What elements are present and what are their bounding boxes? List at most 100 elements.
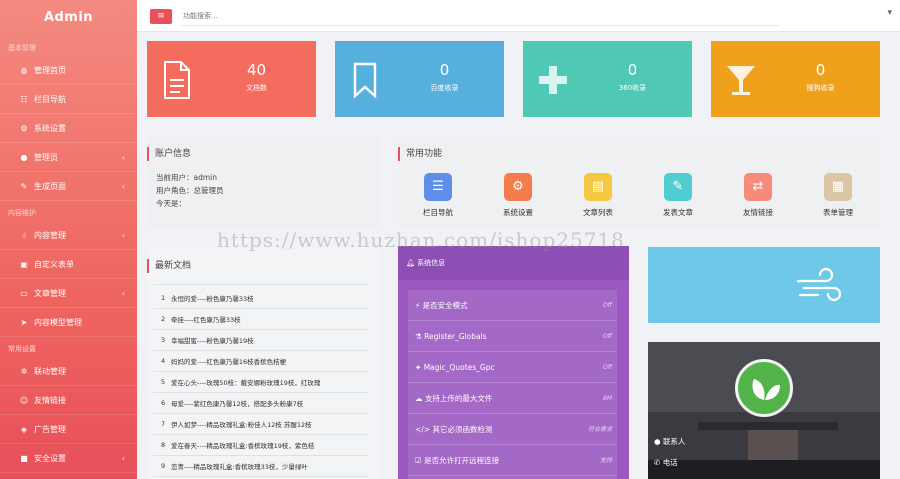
sidebar-item[interactable]: ● 管理员 ‹ xyxy=(0,143,137,172)
system-info-row: ⚡ 是否安全模式 Off xyxy=(408,290,617,321)
brand-logo[interactable]: Admin xyxy=(0,0,137,36)
list-item-index: 8 xyxy=(161,441,166,449)
list-item[interactable]: 1 永恒的爱----粉色康乃馨33枝 xyxy=(153,288,368,309)
list-item[interactable]: 7 伊人如梦----精品玫瑰礼盒:粉佳人12枝 苏醒12枝 xyxy=(153,414,368,435)
system-info-value: Off xyxy=(602,302,612,309)
list-item-title[interactable]: 爱在春天----精品玫瑰礼盒:香槟玫瑰19枝，紫色桔 xyxy=(171,440,314,450)
system-info-row: </> 其它必须函数检测 符合要求 xyxy=(408,414,617,445)
user-icon: ● xyxy=(20,152,28,162)
system-info-value: 符合要求 xyxy=(587,426,612,433)
list-item-index: 7 xyxy=(161,420,166,428)
admin-dashboard: Admin 基本管理 ◍ 管理首页 ☷ 栏目导航 ⚙ 系统设置 ● 管理员 ‹ ✎ 生成页面 ‹ 内容维护… xyxy=(0,0,900,479)
form-icon: ▣ xyxy=(20,259,28,269)
user-icon: ● xyxy=(654,437,661,446)
system-info-value: Off xyxy=(602,333,612,340)
list-item[interactable]: 2 牵挂----红色康乃馨33枝 xyxy=(153,309,368,330)
check-icon: ☑ xyxy=(415,456,422,465)
menu-toggle-button[interactable]: ≡ xyxy=(150,9,172,24)
sidebar: Admin 基本管理 ◍ 管理首页 ☷ 栏目导航 ⚙ 系统设置 ● 管理员 ‹ ✎ 生成页面 ‹ 内容维护… xyxy=(0,0,137,479)
quick-action-label: 栏目导航 xyxy=(423,208,453,217)
sidebar-item[interactable]: ☷ 栏目导航 xyxy=(0,85,137,114)
list-item-index: 1 xyxy=(161,294,166,302)
stat-tile[interactable]: 0 搜狗收录 xyxy=(711,41,880,117)
quick-action[interactable]: ✎ 发表文章 xyxy=(648,173,708,218)
stat-tile[interactable]: 0 百度收录 xyxy=(335,41,504,117)
stat-tile[interactable]: 0 360收录 xyxy=(523,41,692,117)
list-item-title[interactable]: 伊人如梦----精品玫瑰礼盒:粉佳人12枝 苏醒12枝 xyxy=(171,419,312,429)
list-item-title[interactable]: 永恒的爱----粉色康乃馨33枝 xyxy=(171,293,254,303)
stat-value: 0 xyxy=(627,61,638,79)
quick-action[interactable]: ▤ 文章列表 xyxy=(568,173,628,218)
quick-action[interactable]: ⇄ 友情链接 xyxy=(728,173,788,218)
quick-action[interactable]: ⚙ 系统设置 xyxy=(488,173,548,218)
list-item-title[interactable]: 爱在心头----玫瑰50枝：戴安娜粉玫瑰19枝，红玫瑰 xyxy=(171,377,320,387)
list-item-title[interactable]: 恋青----精品玫瑰礼盒:香槟玫瑰33枝，少量绿叶 xyxy=(171,461,308,471)
system-info-row: ✦ Magic_Quotes_Gpc Off xyxy=(408,352,617,383)
lock-icon: ■ xyxy=(20,453,28,463)
account-today: 今天是： xyxy=(156,199,186,208)
quick-action[interactable]: ☰ 栏目导航 xyxy=(408,173,468,218)
list-item-index: 6 xyxy=(161,399,166,407)
document-icon xyxy=(164,61,190,99)
sidebar-item[interactable]: ☝ 内容管理 ‹ xyxy=(0,221,137,250)
list-item[interactable]: 5 爱在心头----玫瑰50枝：戴安娜粉玫瑰19枝，红玫瑰 xyxy=(153,372,368,393)
sidebar-item[interactable]: ☺ 友情链接 xyxy=(0,386,137,415)
sidebar-item-label: 管理首页 xyxy=(34,65,66,75)
cloud-icon: ☁ xyxy=(415,394,423,403)
system-info-title: 系统信息 xyxy=(417,259,446,267)
sidebar-item[interactable]: ▭ 文章管理 ‹ xyxy=(0,279,137,308)
list-item[interactable]: 6 母爱----紫红色康乃馨12枝，搭配多头粉康7枝 xyxy=(153,393,368,414)
hand-icon: ☝ xyxy=(21,230,27,240)
bookmark-icon xyxy=(353,62,377,99)
stat-tile[interactable]: 40 文档数 xyxy=(147,41,316,117)
list-item-index: 9 xyxy=(161,462,166,470)
list-icon: ☷ xyxy=(20,94,28,104)
system-info-label: 是否允许打开远程连接 xyxy=(424,456,500,465)
brush-icon: ✎ xyxy=(664,173,692,201)
sidebar-item[interactable]: ✎ 生成页面 ‹ xyxy=(0,172,137,201)
magic-icon: ✦ xyxy=(415,363,422,372)
latest-docs-panel: 最新文档 1 永恒的爱----粉色康乃馨33枝 2 牵挂----红色康乃馨33枝 3 幸福… xyxy=(147,247,379,479)
file-icon: ▤ xyxy=(584,173,612,201)
sidebar-item[interactable]: ◈ 广告管理 xyxy=(0,415,137,444)
list-item[interactable]: 9 恋青----精品玫瑰礼盒:香槟玫瑰33枝，少量绿叶 xyxy=(153,456,368,477)
sidebar-item[interactable]: ■ 安全设置 ‹ xyxy=(0,444,137,473)
sidebar-item-label: 系统设置 xyxy=(34,123,66,133)
sidebar-item[interactable]: ✲ 联动管理 xyxy=(0,357,137,386)
sidebar-item[interactable]: ▣ 自定义表单 xyxy=(0,250,137,279)
sidebar-item-label: 内容管理 xyxy=(34,230,66,240)
contact-phone: ✆ 电话 xyxy=(654,458,678,467)
list-item[interactable]: 8 爱在春天----精品玫瑰礼盒:香槟玫瑰19枝，紫色桔 xyxy=(153,435,368,456)
sidebar-item-label: 管理员 xyxy=(34,152,58,162)
stat-label: 百度收录 xyxy=(430,84,459,92)
chevron-left-icon: ‹ xyxy=(121,288,125,298)
sidebar-group-title: 常用设置 xyxy=(8,345,36,353)
list-item-title[interactable]: 妈妈的爱----红色康乃馨16枝香槟色桔梗 xyxy=(171,356,286,366)
phone-icon: ✆ xyxy=(654,458,661,467)
sidebar-item[interactable]: ➤ 内容模型管理 xyxy=(0,308,137,337)
quick-action[interactable]: ▦ 表单管理 xyxy=(808,173,868,218)
send-icon: ➤ xyxy=(20,317,28,327)
sidebar-item[interactable]: ◍ 管理首页 xyxy=(0,56,137,85)
chevron-left-icon: ‹ xyxy=(121,152,125,162)
flask-icon: ⚗ xyxy=(415,332,422,341)
sidebar-item[interactable]: ⚙ 系统设置 xyxy=(0,114,137,143)
list-item-title[interactable]: 母爱----紫红色康乃馨12枝，搭配多头粉康7枝 xyxy=(171,398,303,408)
gear-icon: ⚙ xyxy=(20,123,28,133)
users-icon: ☺ xyxy=(19,395,29,405)
sidebar-item-label: 自定义表单 xyxy=(34,259,74,269)
weather-widget xyxy=(648,247,880,323)
sidebar-item-label: 文章管理 xyxy=(34,288,66,298)
cube-icon: ◈ xyxy=(20,424,28,434)
sidebar-group-title: 内容维护 xyxy=(8,209,36,217)
list-item-title[interactable]: 牵挂----红色康乃馨33枝 xyxy=(171,314,241,324)
list-item-index: 5 xyxy=(161,378,166,386)
search-input[interactable] xyxy=(181,6,779,26)
list-item[interactable]: 4 妈妈的爱----红色康乃馨16枝香槟色桔梗 xyxy=(153,351,368,372)
sidebar-nav: 基本管理 ◍ 管理首页 ☷ 栏目导航 ⚙ 系统设置 ● 管理员 ‹ ✎ 生成页面 ‹ 内容维护 ☝ 内容管理 ‹… xyxy=(0,36,137,473)
user-menu-icon[interactable]: ▾ xyxy=(887,8,892,18)
list-item-title[interactable]: 幸福甜蜜----粉色康乃馨19枝 xyxy=(171,335,254,345)
list-item[interactable]: 3 幸福甜蜜----粉色康乃馨19枝 xyxy=(153,330,368,351)
sidebar-item-label: 安全设置 xyxy=(34,453,66,463)
list-item-index: 2 xyxy=(161,315,166,323)
